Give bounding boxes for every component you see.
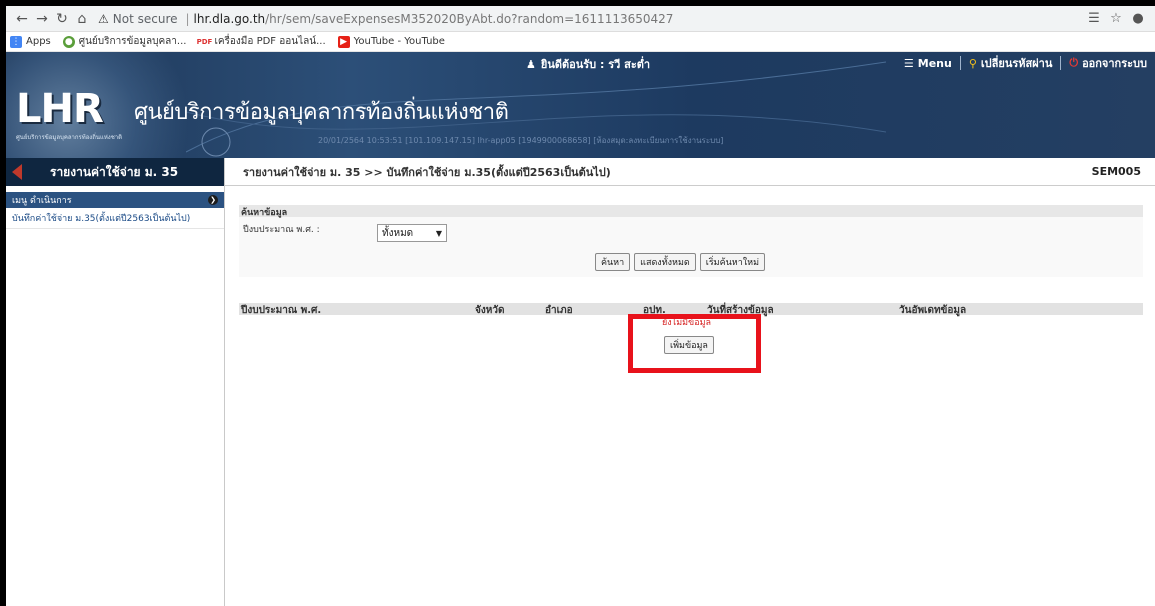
bookmark-lhr[interactable]: ● ศูนย์บริการข้อมูลบุคลา... [62,34,187,49]
column-header[interactable]: ปีงบประมาณ พ.ศ. [241,303,321,318]
logout-label: ออกจากระบบ [1082,57,1147,70]
not-secure-label: Not secure [112,11,178,26]
page-header: รายงานค่าใช้จ่าย ม. 35 >> บันทึกค่าใช้จ่… [225,158,1155,186]
sidebar-menu-header[interactable]: เมนู ดำเนินการ ❯ [6,192,224,208]
back-icon[interactable]: ← [12,9,32,29]
change-password-button[interactable]: ⚲ เปลี่ยนรหัสผ่าน [961,54,1061,72]
chevron-down-icon: ▼ [435,228,442,238]
show-all-button[interactable]: แสดงทั้งหมด [634,253,696,271]
fiscal-year-label: ปีงบประมาณ พ.ศ. : [243,225,320,235]
url-host: lhr.dla.go.th [193,11,266,26]
menu-label: Menu [917,56,952,70]
chevron-right-icon: ❯ [208,195,218,205]
bookmark-youtube[interactable]: ▶ YouTube - YouTube [337,35,445,48]
bookmark-label: YouTube - YouTube [353,36,445,47]
fiscal-year-value: ทั้งหมด [382,227,414,239]
translate-icon[interactable]: ☰ [1083,9,1105,29]
logo-subtitle: ศูนย์บริการข้อมูลบุคลากรท้องถิ่นแห่งชาติ [16,134,123,141]
session-info: 20/01/2564 10:53:51 [101.109.147.15] lhr… [318,136,724,145]
sidebar-header: รายงานค่าใช้จ่าย ม. 35 [6,158,224,186]
user-icon: ♟ [526,57,536,71]
column-header[interactable]: วันอัพเดทข้อมูล [899,303,966,318]
logout-button[interactable]: ⏻ ออกจากระบบ [1061,54,1155,72]
column-header[interactable]: จังหวัด [475,303,504,318]
warning-icon: ⚠ [98,11,109,26]
bookmark-label: ศูนย์บริการข้อมูลบุคลา... [78,36,187,47]
menu-button[interactable]: ☰ Menu [896,57,960,70]
fiscal-year-select[interactable]: ทั้งหมด ▼ [377,224,447,242]
youtube-icon: ▶ [337,35,350,48]
search-button[interactable]: ค้นหา [595,253,631,271]
collapse-arrow-icon[interactable] [12,164,22,180]
bookmark-label: Apps [26,36,51,47]
site-icon: ● [62,35,75,48]
address-bar[interactable]: ⚠ Not secure | lhr.dla.go.th /hr/sem/sav… [98,9,1083,29]
bookmark-apps[interactable]: ⋮ Apps [10,35,51,48]
search-panel: ค้นหาข้อมูล ปีงบประมาณ พ.ศ. : ทั้งหมด ▼ … [239,205,1143,277]
url-path: /hr/sem/saveExpensesM352020ByAbt.do?rand… [265,11,674,26]
main-content: รายงานค่าใช้จ่าย ม. 35 >> บันทึกค่าใช้จ่… [225,158,1155,606]
welcome-text: ♟ ยินดีต้อนรับ : รวี สะต่ำ [526,55,650,73]
power-icon: ⏻ [1069,56,1079,69]
top-menu: ☰ Menu ⚲ เปลี่ยนรหัสผ่าน ⏻ ออกจากระบบ [896,52,1155,74]
hamburger-icon: ☰ [903,56,914,70]
key-icon: ⚲ [968,56,977,70]
column-header[interactable]: อำเภอ [545,303,573,318]
search-panel-title: ค้นหาข้อมูล [239,205,1143,218]
bookmark-pdf[interactable]: PDF เครื่องมือ PDF ออนไลน์... [196,34,326,49]
reload-icon[interactable]: ↻ [52,9,72,29]
site-header: LHR ศูนย์บริการข้อมูลบุคลากรท้องถิ่นแห่ง… [6,52,1155,158]
change-password-label: เปลี่ยนรหัสผ่าน [980,57,1053,70]
pdf-icon: PDF [196,35,213,48]
search-buttons: ค้นหา แสดงทั้งหมด เริ่มค้นหาใหม่ [595,253,766,271]
site-title: ศูนย์บริการข้อมูลบุคลากรท้องถิ่นแห่งชาติ [134,100,509,125]
address-separator: | [185,11,190,26]
bookmarks-bar: ⋮ Apps ● ศูนย์บริการข้อมูลบุคลา... PDF เ… [6,32,1155,52]
sidebar-title: รายงานค่าใช้จ่าย ม. 35 [50,164,179,179]
sidebar-menu-label: เมนู ดำเนินการ [12,196,72,206]
star-icon[interactable]: ☆ [1105,9,1127,29]
profile-icon[interactable]: ● [1127,9,1149,29]
sidebar: รายงานค่าใช้จ่าย ม. 35 เมนู ดำเนินการ ❯ … [6,158,225,606]
apps-grid-icon: ⋮ [10,35,22,48]
breadcrumb: รายงานค่าใช้จ่าย ม. 35 >> บันทึกค่าใช้จ่… [243,165,611,179]
highlight-box [628,314,761,373]
reset-search-button[interactable]: เริ่มค้นหาใหม่ [699,253,766,271]
welcome-label: ยินดีต้อนรับ : รวี สะต่ำ [540,58,651,71]
bookmark-label: เครื่องมือ PDF ออนไลน์... [214,36,326,47]
browser-window: ← → ↻ ⌂ ⚠ Not secure | lhr.dla.go.th /hr… [6,6,1155,606]
home-icon[interactable]: ⌂ [72,9,92,29]
browser-toolbar: ← → ↻ ⌂ ⚠ Not secure | lhr.dla.go.th /hr… [6,6,1155,32]
site-logo: LHR [16,86,104,132]
forward-icon[interactable]: → [32,9,52,29]
screen-code: SEM005 [1091,165,1141,178]
sidebar-item-expense-record[interactable]: บันทึกค่าใช้จ่าย ม.35(ตั้งแต่ปี2563เป็นต… [6,208,224,229]
